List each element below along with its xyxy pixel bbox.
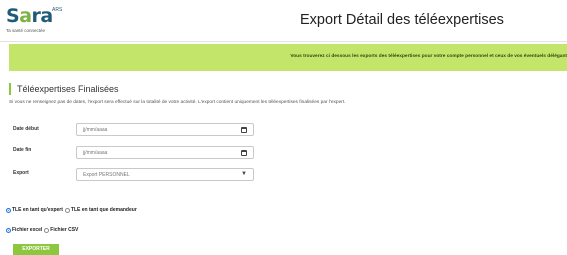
radio-csv-label[interactable]: Fichier CSV [50, 227, 78, 233]
page-title: Export Détail des téléexpertises [300, 12, 504, 28]
date-end-placeholder: jj/mm/aaaa [83, 150, 108, 156]
radio-expert[interactable] [6, 207, 11, 213]
info-banner-text: Vous trouverez ci dessous les exports de… [290, 54, 567, 59]
logo-badge: ARS [52, 7, 63, 13]
export-label: Export [13, 170, 29, 176]
radio-demandeur-label[interactable]: TLE en tant que demandeur [71, 207, 137, 213]
radio-excel-label[interactable]: Fichier excel [12, 227, 42, 233]
export-selected-value: Export PERSONNEL [83, 172, 130, 178]
section-title: Téléexpertises Finalisées [9, 83, 119, 95]
radio-expert-label[interactable]: TLE en tant qu'expert [12, 207, 63, 213]
info-banner: Vous trouverez ci dessous les exports de… [9, 44, 567, 71]
section-note: Si vous ne renseignez pas de dates, l'ex… [9, 100, 346, 105]
chevron-down-icon: ▼ [241, 171, 247, 177]
radio-excel[interactable] [6, 227, 11, 233]
calendar-icon[interactable] [241, 150, 247, 156]
format-radio-group: Fichier excel Fichier CSV [6, 227, 78, 233]
export-button[interactable]: EXPORTER [13, 244, 59, 255]
export-select[interactable]: Export PERSONNEL ▼ [76, 168, 254, 181]
header: Sara ARS Ta santé connectée Export Détai… [0, 0, 567, 42]
date-end-label: Date fin [13, 147, 32, 153]
logo-tagline: Ta santé connectée [6, 28, 46, 33]
date-start-label: Date début [13, 126, 39, 132]
calendar-icon[interactable] [241, 127, 247, 133]
date-start-input[interactable]: jj/mm/aaaa [76, 123, 254, 136]
date-start-placeholder: jj/mm/aaaa [83, 127, 108, 133]
role-radio-group: TLE en tant qu'expert TLE en tant que de… [6, 207, 137, 213]
date-end-input[interactable]: jj/mm/aaaa [76, 146, 254, 159]
logo-wordmark: Sara [6, 5, 53, 27]
radio-csv[interactable] [44, 227, 50, 233]
radio-demandeur[interactable] [64, 207, 70, 213]
sara-logo[interactable]: Sara ARS Ta santé connectée [6, 5, 66, 37]
